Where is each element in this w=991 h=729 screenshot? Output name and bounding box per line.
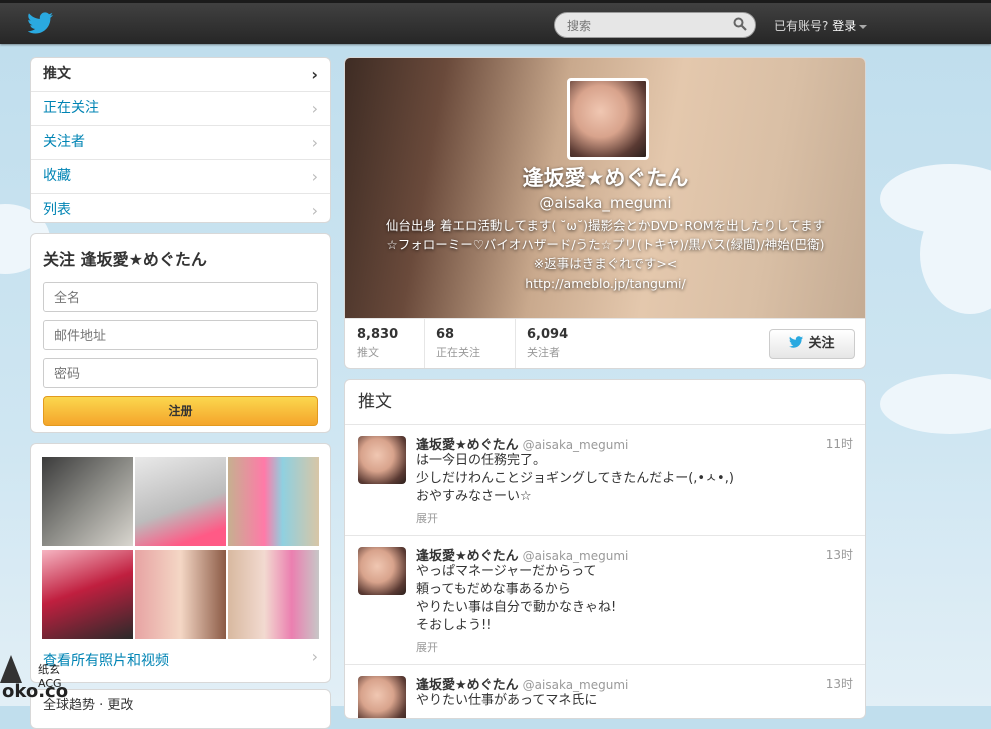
profile-name: 逢坂愛★めぐたん bbox=[522, 166, 689, 190]
email-input[interactable] bbox=[52, 322, 306, 350]
tweet-author-name: 逢坂愛★めぐたん bbox=[416, 438, 519, 453]
tweet-time[interactable]: 13时 bbox=[826, 675, 853, 692]
chevron-right-icon: › bbox=[311, 99, 318, 118]
top-bar: 已有账号? 登录 bbox=[0, 0, 991, 44]
stat-label: 正在关注 bbox=[436, 346, 480, 359]
fullname-field[interactable] bbox=[43, 282, 318, 312]
media-thumbnail[interactable] bbox=[42, 457, 133, 546]
media-panel: 查看所有照片和视频 › bbox=[30, 443, 331, 683]
nav-item-label: 正在关注 bbox=[43, 100, 99, 116]
tweet-author-name: 逢坂愛★めぐたん bbox=[416, 678, 519, 693]
nav-item-favorites[interactable]: 收藏 › bbox=[31, 160, 330, 194]
signup-button[interactable]: 注册 bbox=[43, 396, 318, 426]
tweet[interactable]: 逢坂愛★めぐたん @aisaka_megumi 11时 は一今日の任務完了。 少し… bbox=[345, 425, 865, 536]
stat-followers[interactable]: 6,094 关注者 bbox=[527, 327, 568, 360]
twitter-bird-icon[interactable] bbox=[28, 12, 54, 34]
media-thumbnail[interactable] bbox=[42, 550, 133, 639]
profile-card: 逢坂愛★めぐたん @aisaka_megumi 仙台出身 着エロ活動してます( … bbox=[344, 57, 866, 369]
media-thumbnail[interactable] bbox=[228, 457, 319, 546]
nav-item-following[interactable]: 正在关注 › bbox=[31, 92, 330, 126]
tweets-heading: 推文 bbox=[345, 380, 865, 425]
stat-value: 68 bbox=[436, 327, 455, 342]
tweet-author[interactable]: 逢坂愛★めぐたん @aisaka_megumi bbox=[416, 674, 628, 693]
tweet-author-handle: @aisaka_megumi bbox=[522, 438, 629, 452]
stat-value: 6,094 bbox=[527, 327, 569, 342]
nav-item-followers[interactable]: 关注者 › bbox=[31, 126, 330, 160]
search-input[interactable] bbox=[565, 14, 729, 38]
stat-label: 推文 bbox=[357, 346, 379, 359]
chevron-right-icon: › bbox=[311, 201, 318, 220]
tweet-expand-link[interactable]: 展开 bbox=[416, 510, 438, 526]
chevron-right-icon: › bbox=[311, 647, 318, 666]
nav-item-lists[interactable]: 列表 › bbox=[31, 194, 330, 222]
tweet-text: やっぱマネージャーだからって 頼ってもだめな事あるから やりたい事は自分で動かな… bbox=[416, 564, 617, 633]
login-area: 已有账号? 登录 bbox=[774, 17, 868, 34]
signup-box: 关注 逢坂愛★めぐたん 注册 bbox=[30, 233, 331, 433]
tweet-time[interactable]: 11时 bbox=[826, 435, 853, 452]
tweet-text: やりたい仕事があってマネ氏に bbox=[416, 693, 598, 708]
nav-item-label: 关注者 bbox=[43, 134, 85, 150]
nav-item-label: 推文 bbox=[43, 66, 71, 82]
tweet-avatar[interactable] bbox=[358, 547, 406, 595]
stat-label: 关注者 bbox=[527, 346, 560, 359]
stat-following[interactable]: 68 正在关注 bbox=[436, 327, 480, 360]
tweet-expand-link[interactable]: 展开 bbox=[416, 639, 438, 655]
profile-url[interactable]: http://ameblo.jp/tangumi/ bbox=[345, 276, 865, 291]
email-field[interactable] bbox=[43, 320, 318, 350]
stat-tweets[interactable]: 8,830 推文 bbox=[357, 327, 398, 360]
signup-title: 关注 逢坂愛★めぐたん bbox=[43, 250, 207, 269]
password-field[interactable] bbox=[43, 358, 318, 388]
profile-bio: 仙台出身 着エロ活動してます( ˘ω˘)撮影会とかDVD･ROMを出したりしてま… bbox=[385, 218, 826, 271]
tweet-author[interactable]: 逢坂愛★めぐたん @aisaka_megumi bbox=[416, 434, 628, 453]
media-thumbnail[interactable] bbox=[135, 550, 226, 639]
tweet-avatar[interactable] bbox=[358, 676, 406, 718]
nav-item-label: 列表 bbox=[43, 202, 71, 218]
tweet-avatar[interactable] bbox=[358, 436, 406, 484]
follow-button[interactable]: 关注 bbox=[769, 329, 855, 359]
tweet[interactable]: 逢坂愛★めぐたん @aisaka_megumi 13时 やっぱマネージャーだからっ… bbox=[345, 536, 865, 665]
tweet-author-handle: @aisaka_megumi bbox=[522, 549, 629, 563]
tweets-stream: 推文 逢坂愛★めぐたん @aisaka_megumi 11时 は一今日の任務完了。… bbox=[344, 379, 866, 719]
twitter-bird-icon bbox=[789, 336, 804, 348]
tweet-text: は一今日の任務完了。 少しだけわんことジョギングしてきたんだよー(,•ㅅ•,) … bbox=[416, 453, 734, 504]
follow-button-label: 关注 bbox=[808, 336, 835, 351]
chevron-right-icon: › bbox=[311, 133, 318, 152]
watermark-logo: 纸玄ACG oko.co bbox=[0, 655, 80, 706]
chevron-down-icon[interactable] bbox=[859, 24, 868, 29]
stat-value: 8,830 bbox=[357, 327, 399, 342]
nav-item-label: 收藏 bbox=[43, 168, 71, 184]
watermark-text-bottom: oko.co bbox=[2, 681, 69, 702]
fullname-input[interactable] bbox=[52, 284, 306, 312]
tweet-time[interactable]: 13时 bbox=[826, 546, 853, 563]
search-box[interactable] bbox=[554, 12, 756, 38]
search-icon[interactable] bbox=[733, 17, 747, 31]
nav-item-tweets[interactable]: 推文 › bbox=[31, 58, 330, 92]
profile-handle: @aisaka_megumi bbox=[539, 194, 672, 212]
profile-stats: 8,830 推文 68 正在关注 6,094 关注者 关注 bbox=[345, 318, 865, 368]
chevron-right-icon: › bbox=[311, 65, 318, 84]
tweet[interactable]: 逢坂愛★めぐたん @aisaka_megumi 13时 やりたい仕事があってマネ氏… bbox=[345, 665, 865, 718]
tweet-author[interactable]: 逢坂愛★めぐたん @aisaka_megumi bbox=[416, 545, 628, 564]
chevron-right-icon: › bbox=[311, 167, 318, 186]
tweet-author-name: 逢坂愛★めぐたん bbox=[416, 549, 519, 564]
tweet-author-handle: @aisaka_megumi bbox=[522, 678, 629, 692]
media-thumbnail[interactable] bbox=[228, 550, 319, 639]
login-link[interactable]: 登录 bbox=[832, 19, 856, 33]
profile-nav: 推文 › 正在关注 › 关注者 › 收藏 › 列表 › bbox=[30, 57, 331, 223]
password-input[interactable] bbox=[52, 360, 306, 388]
profile-avatar[interactable] bbox=[567, 78, 649, 160]
login-prompt: 已有账号? bbox=[774, 19, 829, 33]
media-thumbnail[interactable] bbox=[135, 457, 226, 546]
